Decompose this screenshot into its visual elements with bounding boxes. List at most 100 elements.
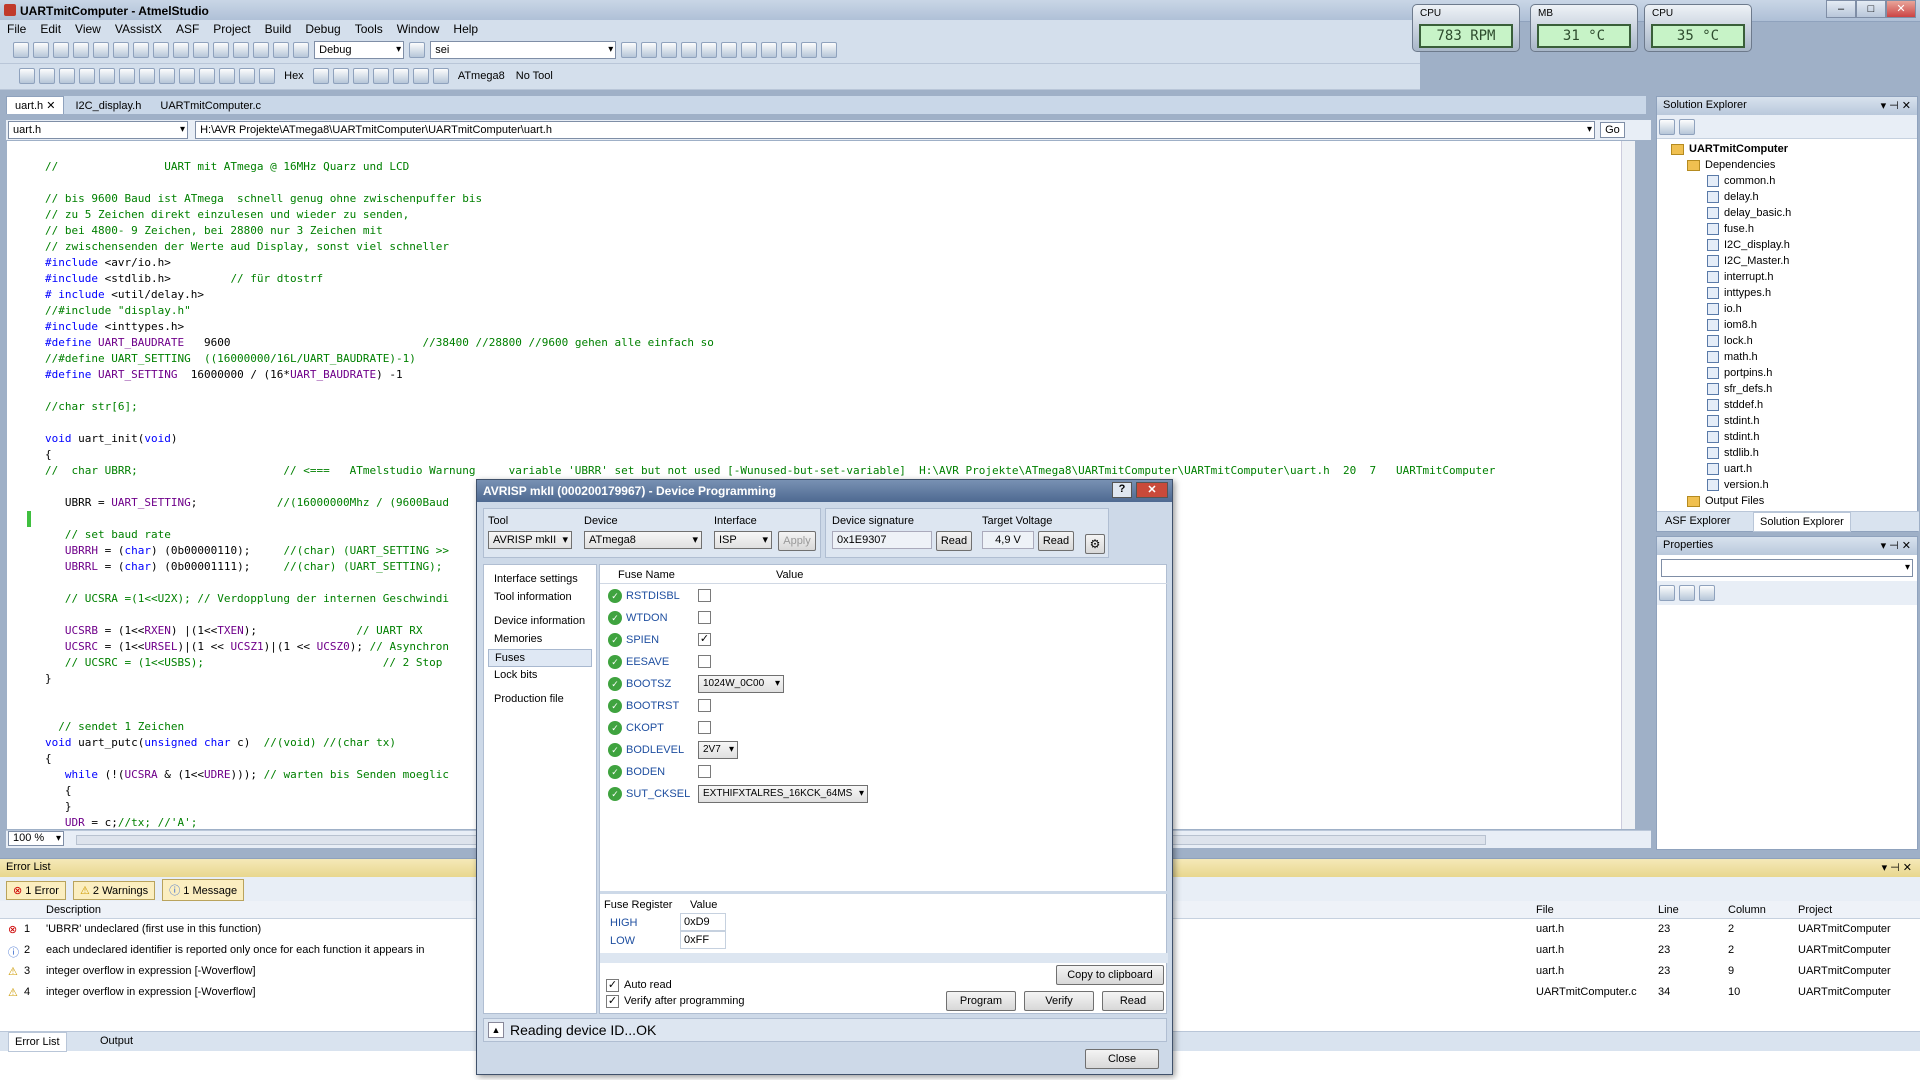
- save-icon[interactable]: [73, 42, 90, 58]
- help-button[interactable]: ?: [1112, 482, 1132, 498]
- register-low-value[interactable]: 0xFF: [680, 931, 726, 949]
- close-window-button[interactable]: ✕: [1886, 0, 1916, 18]
- tree-file[interactable]: version.h: [1671, 477, 1917, 493]
- tab-i2c-display[interactable]: I2C_display.h: [67, 98, 149, 116]
- copy-to-clipboard-button[interactable]: Copy to clipboard: [1056, 965, 1164, 985]
- tree-project[interactable]: UARTmitComputer: [1671, 141, 1917, 157]
- watch-icon[interactable]: [392, 68, 409, 84]
- program-button[interactable]: Program: [946, 991, 1016, 1011]
- paste-icon[interactable]: [153, 42, 170, 58]
- alphabetical-icon[interactable]: [1679, 585, 1695, 601]
- tab-close-icon[interactable]: ✕: [46, 100, 55, 112]
- categorized-icon[interactable]: [1659, 585, 1675, 601]
- col-file[interactable]: File: [1536, 904, 1554, 916]
- tab-solution-explorer[interactable]: Solution Explorer: [1753, 512, 1851, 532]
- disasm-icon[interactable]: [332, 68, 349, 84]
- tree-file[interactable]: stdint.h: [1671, 413, 1917, 429]
- vertical-scrollbar[interactable]: [1621, 141, 1635, 829]
- registers-icon[interactable]: [352, 68, 369, 84]
- property-pages-icon[interactable]: [1699, 585, 1715, 601]
- col-description[interactable]: Description: [46, 904, 101, 916]
- search-combo[interactable]: sei: [430, 41, 617, 59]
- redo-icon[interactable]: [193, 42, 210, 58]
- tab-asf-explorer[interactable]: ASF Explorer: [1665, 515, 1730, 527]
- memory-icon[interactable]: [119, 68, 136, 84]
- fuse-select[interactable]: 1024W_0C00: [698, 675, 784, 693]
- messages-filter-button[interactable]: ⓘ 1 Message: [162, 879, 245, 901]
- show-all-icon[interactable]: [1679, 119, 1695, 135]
- register-high-value[interactable]: 0xD9: [680, 913, 726, 931]
- col-line[interactable]: Line: [1658, 904, 1679, 916]
- save-all-icon[interactable]: [93, 42, 110, 58]
- apply-button[interactable]: Apply: [778, 531, 816, 551]
- breakpoint-icon[interactable]: [312, 68, 329, 84]
- object-browser-icon[interactable]: [681, 42, 698, 58]
- break-icon[interactable]: [159, 68, 176, 84]
- tool-label[interactable]: No Tool: [516, 70, 553, 82]
- navigate-icon[interactable]: [213, 42, 230, 58]
- read-signature-button[interactable]: Read: [936, 531, 972, 551]
- toolbox-icon[interactable]: [661, 42, 678, 58]
- find-icon[interactable]: [253, 42, 270, 58]
- step-over-icon[interactable]: [239, 68, 256, 84]
- tree-file[interactable]: fuse.h: [1671, 221, 1917, 237]
- bookmark-icon[interactable]: [801, 42, 818, 58]
- nav-item-interface-settings[interactable]: Interface settings: [488, 571, 592, 587]
- find-in-files-icon[interactable]: [409, 42, 426, 58]
- tree-file[interactable]: sfr_defs.h: [1671, 381, 1917, 397]
- device-select[interactable]: ATmega8: [584, 531, 702, 549]
- tree-file[interactable]: stddef.h: [1671, 397, 1917, 413]
- spell-icon[interactable]: [139, 68, 156, 84]
- close-button[interactable]: Close: [1085, 1049, 1159, 1069]
- nav-item-lock-bits[interactable]: Lock bits: [488, 667, 592, 683]
- tree-file[interactable]: inttypes.h: [1671, 285, 1917, 301]
- hex-toggle[interactable]: Hex: [284, 70, 304, 82]
- nav-item-fuses[interactable]: Fuses: [488, 649, 592, 667]
- menu-asf[interactable]: ASF: [169, 20, 206, 38]
- panel-close-icon[interactable]: ▾ ⊣ ✕: [1881, 99, 1911, 112]
- tab-error-list[interactable]: Error List: [8, 1032, 67, 1052]
- uncomment-icon[interactable]: [741, 42, 758, 58]
- expand-log-icon[interactable]: ▲: [488, 1022, 504, 1038]
- verify-button[interactable]: Verify: [1024, 991, 1094, 1011]
- new-project-icon[interactable]: [13, 42, 30, 58]
- menu-view[interactable]: View: [68, 20, 108, 38]
- tree-file[interactable]: interrupt.h: [1671, 269, 1917, 285]
- fuse-checkbox[interactable]: [698, 589, 711, 602]
- tree-file[interactable]: lock.h: [1671, 333, 1917, 349]
- auto-read-checkbox[interactable]: ✓: [606, 979, 619, 992]
- menu-file[interactable]: File: [0, 20, 33, 38]
- tree-file[interactable]: delay.h: [1671, 189, 1917, 205]
- errors-filter-button[interactable]: ⊗ 1 Error: [6, 881, 66, 900]
- device-programming-icon[interactable]: [701, 42, 718, 58]
- start-debug-icon[interactable]: [273, 42, 290, 58]
- panel-close-icon[interactable]: ▾ ⊣ ✕: [1882, 861, 1912, 874]
- chip-icon[interactable]: [59, 68, 76, 84]
- go-button[interactable]: Go: [1600, 122, 1625, 138]
- step-out-icon[interactable]: [259, 68, 276, 84]
- fuse-checkbox[interactable]: ✓: [698, 633, 711, 646]
- device-label[interactable]: ATmega8: [458, 70, 505, 82]
- stop-icon[interactable]: [99, 68, 116, 84]
- properties-object-combo[interactable]: [1661, 559, 1913, 577]
- step-into-icon[interactable]: [219, 68, 236, 84]
- add-item-icon[interactable]: [33, 42, 50, 58]
- tree-file[interactable]: io.h: [1671, 301, 1917, 317]
- outdent-icon[interactable]: [781, 42, 798, 58]
- gear-icon[interactable]: [79, 68, 96, 84]
- fuse-checkbox[interactable]: [698, 721, 711, 734]
- io-view-icon[interactable]: [372, 68, 389, 84]
- tree-file[interactable]: portpins.h: [1671, 365, 1917, 381]
- tab-uartmitcomputer-c[interactable]: UARTmitComputer.c: [152, 98, 269, 116]
- solution-icon[interactable]: [621, 42, 638, 58]
- menu-build[interactable]: Build: [258, 20, 299, 38]
- tree-file[interactable]: stdlib.h: [1671, 445, 1917, 461]
- tree-file[interactable]: uart.h: [1671, 461, 1917, 477]
- menu-window[interactable]: Window: [390, 20, 447, 38]
- zoom-combo[interactable]: 100 %: [8, 831, 64, 846]
- tree-file[interactable]: math.h: [1671, 349, 1917, 365]
- tree-file[interactable]: iom8.h: [1671, 317, 1917, 333]
- tree-dependencies[interactable]: Dependencies: [1671, 157, 1917, 173]
- menu-debug[interactable]: Debug: [298, 20, 347, 38]
- pause-icon[interactable]: [179, 68, 196, 84]
